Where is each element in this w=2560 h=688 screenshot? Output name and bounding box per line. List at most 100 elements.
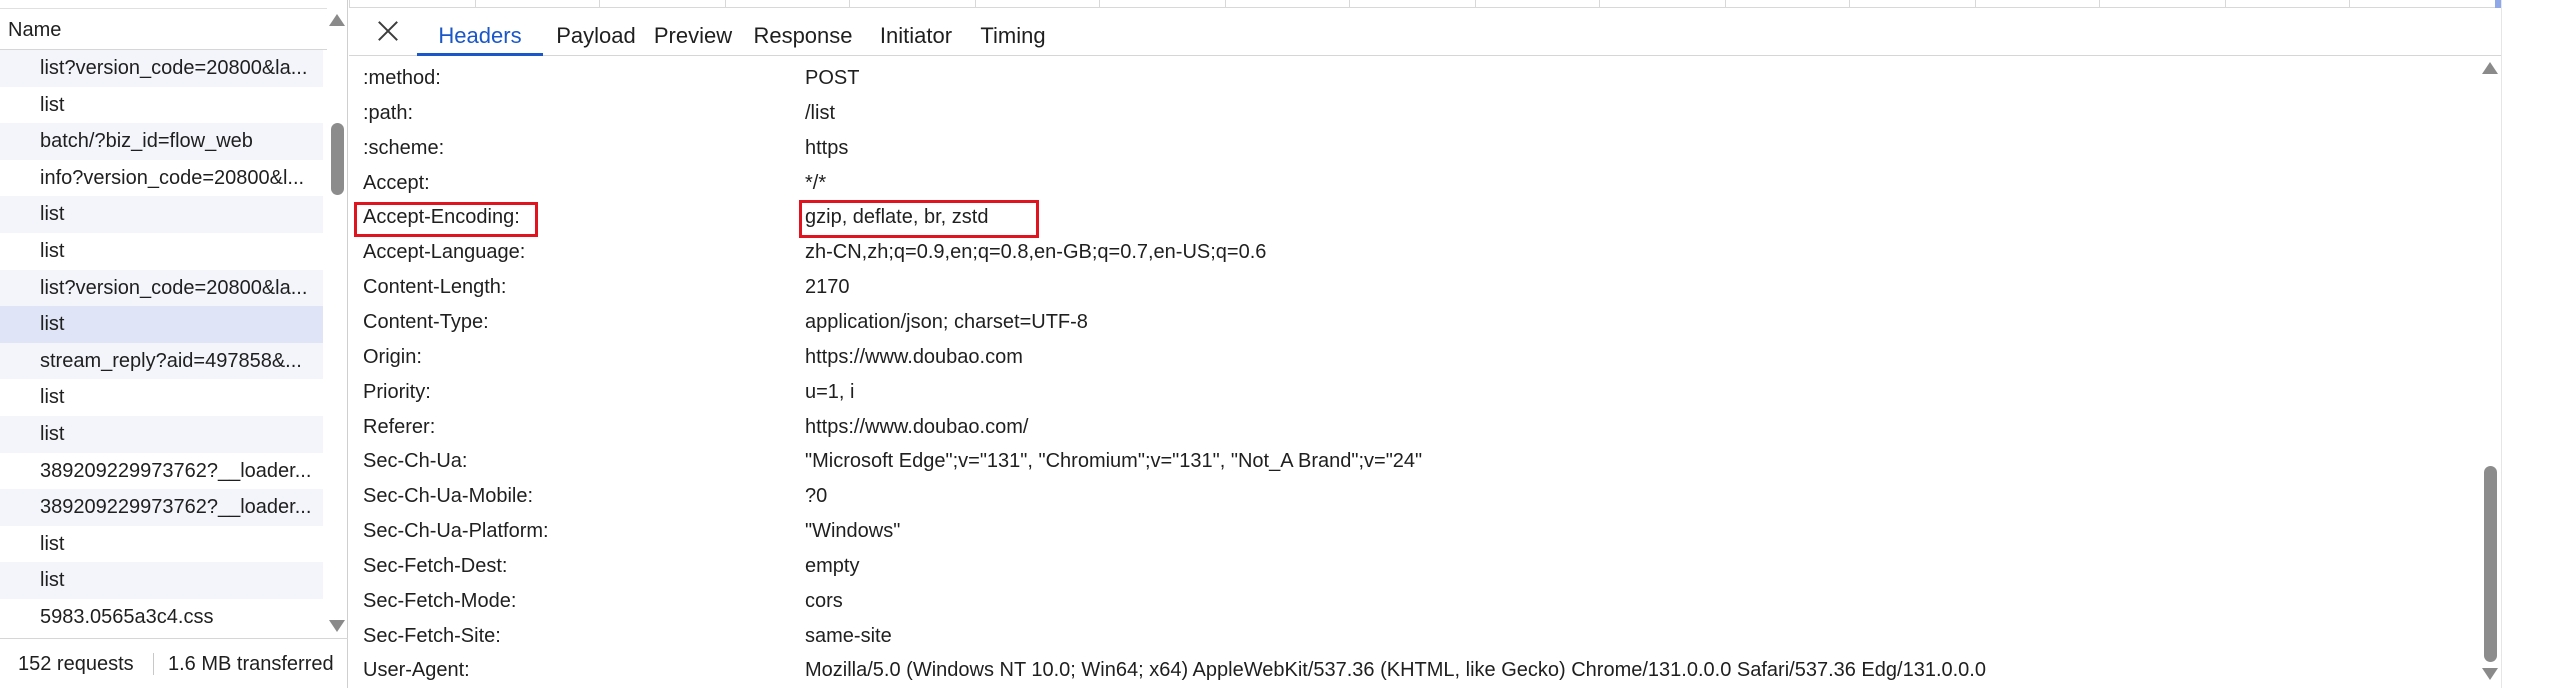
header-name: Sec-Fetch-Site: <box>363 624 501 647</box>
tab-preview[interactable]: Preview <box>647 16 739 56</box>
request-row[interactable]: list <box>0 562 323 599</box>
request-row[interactable]: list?version_code=20800&la... <box>0 269 323 307</box>
header-value[interactable]: cors <box>805 584 843 619</box>
tab-payload[interactable]: Payload <box>551 16 641 56</box>
header-name: Referer: <box>363 415 436 438</box>
header-row: Accept-Language: zh-CN,zh;q=0.9,en;q=0.8,… <box>349 235 2479 270</box>
request-list-scrollbar[interactable] <box>327 8 348 638</box>
header-value[interactable]: /list <box>805 96 835 131</box>
timeline-ruler <box>349 0 2501 8</box>
scroll-down-arrow-icon[interactable] <box>329 620 345 632</box>
ruler-tick <box>1599 0 1600 8</box>
header-name: :scheme: <box>363 136 445 159</box>
header-name: Content-Length: <box>363 276 507 299</box>
request-row[interactable]: stream_reply?aid=497858&... <box>0 342 323 380</box>
request-row[interactable]: list <box>0 379 323 416</box>
header-value[interactable]: https <box>805 131 848 166</box>
request-list[interactable]: list?version_code=20800&la... list batch/?… <box>0 50 323 635</box>
header-row: Content-Type: application/json; charset=U… <box>349 305 2479 340</box>
headers-scrollbar[interactable] <box>2480 56 2501 688</box>
header-value[interactable]: https://www.doubao.com <box>805 340 1023 375</box>
header-row: :scheme: https <box>349 131 2479 166</box>
header-value[interactable]: Mozilla/5.0 (Windows NT 10.0; Win64; x64… <box>805 653 1986 688</box>
header-value[interactable]: zh-CN,zh;q=0.9,en;q=0.8,en-GB;q=0.7,en-U… <box>805 235 1266 270</box>
header-name: Content-Type: <box>363 310 489 333</box>
header-value[interactable]: gzip, deflate, br, zstd <box>805 200 988 235</box>
request-row[interactable]: 5983.0565a3c4.css <box>0 599 323 635</box>
header-row: Sec-Ch-Ua-Platform: "Windows" <box>349 514 2479 549</box>
header-value[interactable]: empty <box>805 549 859 584</box>
request-row[interactable]: 389209229973762?__loader... <box>0 453 323 490</box>
header-value[interactable]: "Windows" <box>805 514 900 549</box>
ruler-tick <box>1349 0 1350 8</box>
header-value[interactable]: application/json; charset=UTF-8 <box>805 305 1088 340</box>
header-name: Sec-Fetch-Dest: <box>363 554 508 577</box>
header-value[interactable]: "Microsoft Edge";v="131", "Chromium";v="… <box>805 444 1422 479</box>
request-row[interactable]: list <box>0 415 323 453</box>
header-name: Accept-Encoding: <box>363 206 520 229</box>
scrollbar-thumb[interactable] <box>331 123 344 195</box>
request-details-panel: Headers Payload Preview Response Initiat… <box>349 0 2560 688</box>
header-name: Accept: <box>363 171 430 194</box>
status-divider <box>153 653 154 675</box>
close-icon[interactable] <box>373 16 403 46</box>
header-row: User-Agent: Mozilla/5.0 (Windows NT 10.0;… <box>349 653 2479 688</box>
request-row[interactable]: 389209229973762?__loader... <box>0 489 323 526</box>
header-row: Sec-Ch-Ua: "Microsoft Edge";v="131", "Chr… <box>349 444 2479 479</box>
header-row: Sec-Ch-Ua-Mobile: ?0 <box>349 479 2479 514</box>
request-row[interactable]: list <box>0 233 323 270</box>
header-name: Origin: <box>363 345 422 368</box>
panel-edge <box>2501 0 2502 688</box>
request-row[interactable]: list?version_code=20800&la... <box>0 50 323 87</box>
request-row[interactable]: list <box>0 306 323 343</box>
header-name: Sec-Ch-Ua: <box>363 450 468 473</box>
header-value[interactable]: ?0 <box>805 479 827 514</box>
ruler-tick <box>2349 0 2350 8</box>
header-value[interactable]: same-site <box>805 619 892 654</box>
status-bar: 152 requests 1.6 MB transferred <box>0 638 348 688</box>
request-headers-list: :method: POST:path:/list :scheme: https Acce… <box>349 60 2479 688</box>
scroll-up-arrow-icon[interactable] <box>329 14 345 26</box>
header-name: Accept-Language: <box>363 241 526 264</box>
tab-headers[interactable]: Headers <box>417 16 543 56</box>
request-count: 152 requests <box>18 653 134 675</box>
header-name: :method: <box>363 67 441 89</box>
header-name: Priority: <box>363 380 431 403</box>
tab-initiator[interactable]: Initiator <box>867 16 965 56</box>
request-row[interactable]: list <box>0 526 323 563</box>
ruler-tick <box>1475 0 1476 8</box>
ruler-tick <box>599 0 600 8</box>
scrollbar-thumb[interactable] <box>2484 466 2497 662</box>
request-row[interactable]: info?version_code=20800&l... <box>0 160 323 197</box>
header-value[interactable]: u=1, i <box>805 375 854 410</box>
tab-response[interactable]: Response <box>747 16 859 56</box>
ruler-tick <box>849 0 850 8</box>
header-name: User-Agent: <box>363 659 470 682</box>
transferred-size: 1.6 MB transferred <box>168 653 334 675</box>
request-row[interactable]: list <box>0 196 323 233</box>
scroll-up-arrow-icon[interactable] <box>2482 62 2498 74</box>
header-row: Sec-Fetch-Dest: empty <box>349 549 2479 584</box>
header-name: Sec-Ch-Ua-Platform: <box>363 520 549 543</box>
details-tab-bar: Headers Payload Preview Response Initiat… <box>349 8 2501 56</box>
header-row: Accept-Encoding: gzip, deflate, br, zstd <box>349 200 2479 235</box>
header-value[interactable]: POST <box>805 61 859 96</box>
header-row: :path: /list <box>349 96 2479 131</box>
ruler-tick <box>1725 0 1726 8</box>
ruler-tick <box>975 0 976 8</box>
header-value[interactable]: */* <box>805 166 826 201</box>
header-row: Origin: https://www.doubao.com <box>349 340 2479 375</box>
header-divider <box>0 8 327 9</box>
ruler-tick <box>725 0 726 8</box>
header-value[interactable]: https://www.doubao.com/ <box>805 410 1028 445</box>
scroll-down-arrow-icon[interactable] <box>2482 668 2498 680</box>
tab-timing[interactable]: Timing <box>973 16 1053 56</box>
ruler-tick <box>1099 0 1100 8</box>
request-row[interactable]: batch/?biz_id=flow_web <box>0 123 323 160</box>
header-row: Content-Length: 2170 <box>349 270 2479 305</box>
name-column-header[interactable]: Name <box>0 10 327 50</box>
header-value[interactable]: 2170 <box>805 270 850 305</box>
ruler-tick <box>2225 0 2226 8</box>
request-row[interactable]: list <box>0 87 323 124</box>
header-row: :method: POST <box>349 61 2479 96</box>
